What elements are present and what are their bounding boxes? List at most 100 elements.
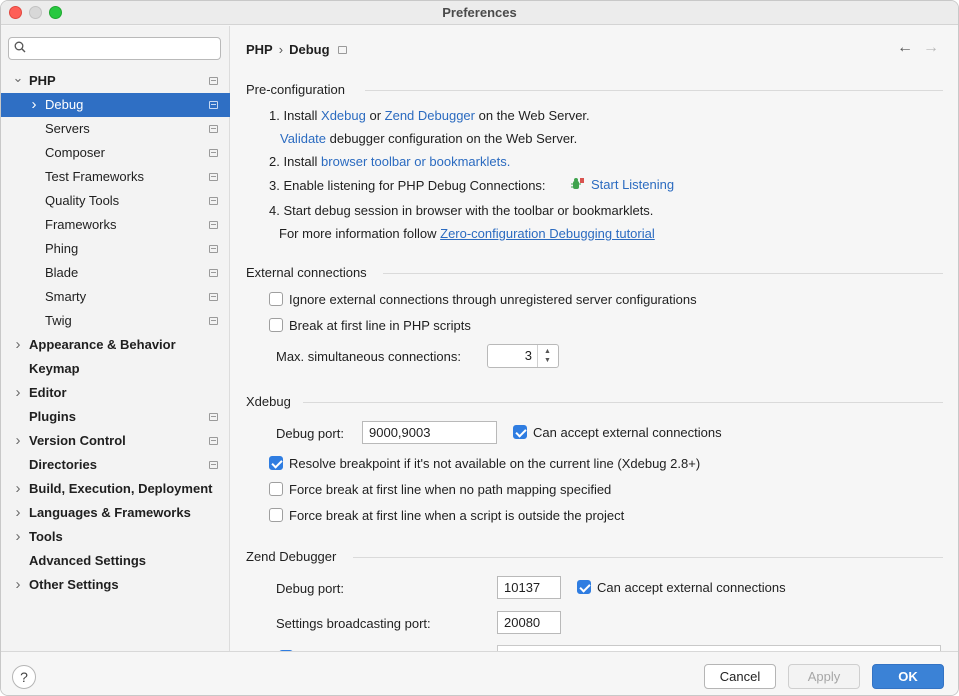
sidebar-item-label: Other Settings: [29, 577, 119, 592]
sidebar-item-quality-tools[interactable]: Quality Tools: [1, 189, 230, 213]
ignore-external-label[interactable]: Ignore external connections through unre…: [289, 292, 697, 307]
sidebar-item-keymap[interactable]: Keymap: [1, 357, 230, 381]
xdebug-port-input[interactable]: 9000,9003: [362, 421, 497, 444]
chevron-right-icon[interactable]: ›: [12, 573, 24, 597]
break-first-line-label[interactable]: Break at first line in PHP scripts: [289, 318, 471, 333]
chevron-right-icon[interactable]: ›: [12, 525, 24, 549]
breadcrumb-parent[interactable]: PHP: [246, 42, 273, 57]
xdebug-link[interactable]: Xdebug: [321, 108, 366, 123]
xdebug-section-title: Xdebug: [246, 394, 291, 409]
project-scope-icon: [209, 125, 218, 133]
resolve-breakpoint-checkbox[interactable]: [269, 456, 283, 470]
window-title: Preferences: [442, 5, 517, 20]
back-arrow-icon[interactable]: ←: [897, 39, 913, 57]
max-connections-spinner[interactable]: 3 ▲ ▼: [487, 344, 559, 368]
break-first-line-checkbox[interactable]: [269, 318, 283, 332]
zero-config-tutorial-link[interactable]: Zero-configuration Debugging tutorial: [440, 226, 655, 241]
chevron-down-icon[interactable]: ⌄: [12, 69, 24, 93]
broadcast-port-input[interactable]: 20080: [497, 611, 561, 634]
sidebar-item-label: Plugins: [29, 409, 76, 424]
settings-search-input[interactable]: [33, 40, 213, 57]
zend-port-input[interactable]: 10137: [497, 576, 561, 599]
sidebar-item-label: Appearance & Behavior: [29, 337, 176, 352]
chevron-right-icon[interactable]: ›: [12, 381, 24, 405]
browser-toolbar-link[interactable]: browser toolbar or bookmarklets.: [321, 154, 510, 169]
sidebar-item-label: Editor: [29, 385, 67, 400]
chevron-right-icon[interactable]: ›: [12, 501, 24, 525]
force-break-outside-label[interactable]: Force break at first line when a script …: [289, 508, 624, 523]
sidebar-item-other-settings[interactable]: › Other Settings: [1, 573, 230, 597]
sidebar-item-label: Version Control: [29, 433, 126, 448]
project-scope-icon: [209, 77, 218, 85]
sidebar-item-label: Build, Execution, Deployment: [29, 481, 213, 496]
sidebar-item-debug[interactable]: › Debug: [1, 93, 230, 117]
sidebar-item-frameworks[interactable]: Frameworks: [1, 213, 230, 237]
zend-accept-external-checkbox[interactable]: [577, 580, 591, 594]
section-divider: [303, 402, 943, 403]
dialog-button-bar: ? Cancel Apply OK: [1, 651, 958, 695]
sidebar-item-servers[interactable]: Servers: [1, 117, 230, 141]
zend-debugger-link[interactable]: Zend Debugger: [385, 108, 475, 123]
spinner-down-icon[interactable]: ▼: [544, 357, 551, 364]
debug-listen-icon[interactable]: [571, 177, 585, 191]
project-scope-icon: [209, 293, 218, 301]
project-scope-icon: [209, 101, 218, 109]
sidebar-item-languages-frameworks[interactable]: › Languages & Frameworks: [1, 501, 230, 525]
settings-search-box[interactable]: [8, 37, 221, 60]
sidebar-item-twig[interactable]: Twig: [1, 309, 230, 333]
preconfig-step-4: 4. Start debug session in browser with t…: [269, 203, 654, 218]
spinner-up-icon[interactable]: ▲: [544, 348, 551, 355]
chevron-right-icon[interactable]: ›: [12, 477, 24, 501]
sidebar-item-test-frameworks[interactable]: Test Frameworks: [1, 165, 230, 189]
sidebar-item-blade[interactable]: Blade: [1, 261, 230, 285]
xdebug-port-label: Debug port:: [276, 426, 344, 441]
sidebar-item-label: Keymap: [29, 361, 80, 376]
preconfig-step-3: 3. Enable listening for PHP Debug Connec…: [269, 178, 546, 193]
project-scope-icon: [209, 461, 218, 469]
max-connections-label: Max. simultaneous connections:: [276, 349, 461, 364]
force-break-no-mapping-checkbox[interactable]: [269, 482, 283, 496]
chevron-right-icon[interactable]: ›: [28, 93, 40, 117]
sidebar-item-tools[interactable]: › Tools: [1, 525, 230, 549]
project-scope-icon: [209, 149, 218, 157]
project-scope-icon: [337, 46, 347, 54]
sidebar-item-smarty[interactable]: Smarty: [1, 285, 230, 309]
chevron-right-icon[interactable]: ›: [12, 333, 24, 357]
breadcrumb: PHP › Debug: [246, 42, 347, 57]
sidebar-item-plugins[interactable]: Plugins: [1, 405, 230, 429]
settings-tree: ⌄ PHP › Debug Servers Composer Test Frameworks…: [1, 69, 230, 597]
project-scope-icon: [209, 197, 218, 205]
sidebar-item-build-execution-deployment[interactable]: › Build, Execution, Deployment: [1, 477, 230, 501]
sidebar-item-version-control[interactable]: › Version Control: [1, 429, 230, 453]
project-scope-icon: [209, 413, 218, 421]
validate-link[interactable]: Validate: [280, 131, 326, 146]
forward-arrow-icon[interactable]: →: [923, 39, 939, 57]
start-listening-link[interactable]: Start Listening: [591, 177, 674, 192]
ignore-external-checkbox[interactable]: [269, 292, 283, 306]
max-connections-value: 3: [524, 348, 532, 363]
sidebar-item-php[interactable]: ⌄ PHP: [1, 69, 230, 93]
apply-button[interactable]: Apply: [788, 664, 860, 689]
project-scope-icon: [209, 173, 218, 181]
ok-button[interactable]: OK: [872, 664, 944, 689]
sidebar-item-label: Twig: [45, 313, 72, 328]
force-break-outside-checkbox[interactable]: [269, 508, 283, 522]
resolve-breakpoint-label[interactable]: Resolve breakpoint if it's not available…: [289, 456, 700, 471]
breadcrumb-separator: ›: [278, 42, 284, 57]
sidebar-item-appearance-behavior[interactable]: › Appearance & Behavior: [1, 333, 230, 357]
chevron-right-icon[interactable]: ›: [12, 429, 24, 453]
sidebar-item-directories[interactable]: Directories: [1, 453, 230, 477]
xdebug-accept-external-checkbox[interactable]: [513, 425, 527, 439]
force-break-no-mapping-label[interactable]: Force break at first line when no path m…: [289, 482, 611, 497]
sidebar-item-editor[interactable]: › Editor: [1, 381, 230, 405]
sidebar-item-phing[interactable]: Phing: [1, 237, 230, 261]
sidebar-item-advanced-settings[interactable]: Advanced Settings: [1, 549, 230, 573]
cancel-button[interactable]: Cancel: [704, 664, 776, 689]
xdebug-accept-external-label[interactable]: Can accept external connections: [533, 425, 722, 440]
help-button[interactable]: ?: [12, 665, 36, 689]
sidebar-item-composer[interactable]: Composer: [1, 141, 230, 165]
zend-port-label: Debug port:: [276, 581, 344, 596]
zend-accept-external-label[interactable]: Can accept external connections: [597, 580, 786, 595]
preconfig-step-1: 1. Install Xdebug or Zend Debugger on th…: [269, 108, 590, 123]
spinner-arrows[interactable]: ▲ ▼: [537, 345, 558, 367]
